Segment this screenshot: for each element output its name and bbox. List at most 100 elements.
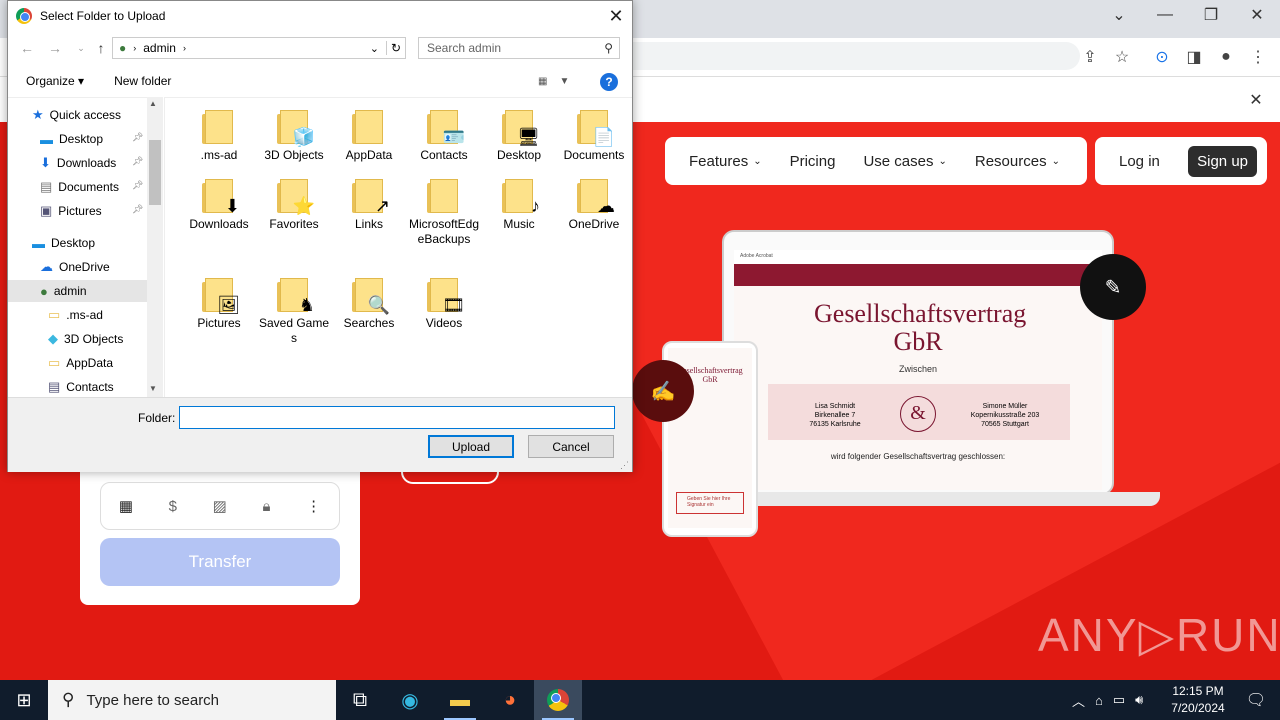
nav-item-desktop[interactable]: ▬ Desktop bbox=[32, 232, 95, 254]
recent-chevron-icon[interactable]: ⌄ bbox=[72, 40, 90, 56]
login-link[interactable]: Log in bbox=[1119, 153, 1160, 170]
chevron-down-icon: ⌄ bbox=[1051, 155, 1060, 167]
nav-use-cases[interactable]: Use cases ⌄ bbox=[863, 153, 946, 170]
nav-item-pictures[interactable]: ▣ Pictures bbox=[40, 200, 102, 222]
help-icon[interactable]: ? bbox=[600, 73, 618, 91]
lock-icon[interactable]: 🔒︎ bbox=[263, 498, 271, 515]
side-panel-icon[interactable]: ◨ bbox=[1181, 44, 1207, 70]
back-arrow-icon[interactable]: ← bbox=[18, 40, 36, 56]
dialog-close-icon[interactable]: ✕ bbox=[602, 4, 630, 28]
more-icon[interactable]: ⋮ bbox=[306, 497, 321, 515]
new-folder-button[interactable]: New folder bbox=[114, 74, 171, 88]
folder-item[interactable]: ⭐ Favorites bbox=[258, 179, 330, 232]
scroll-up-icon[interactable]: ▲ bbox=[149, 99, 157, 108]
folder-item[interactable]: 🔍 Searches bbox=[333, 278, 405, 331]
profile-icon[interactable]: ● bbox=[1213, 44, 1239, 70]
nav-item-onedrive[interactable]: ☁ OneDrive bbox=[40, 256, 110, 278]
calendar-icon[interactable]: ▦ bbox=[119, 497, 133, 515]
search-box[interactable]: Search admin ⚲ bbox=[418, 37, 620, 59]
folder-item[interactable]: 🎞 Videos bbox=[408, 278, 480, 331]
windows-start-icon[interactable]: ⊞ bbox=[0, 680, 48, 720]
nav-resources[interactable]: Resources ⌄ bbox=[975, 153, 1060, 170]
ampersand: & bbox=[900, 396, 936, 432]
chevron-down-icon[interactable]: ⌄ bbox=[370, 42, 379, 55]
nav-item-documents[interactable]: ▤ Documents bbox=[40, 176, 119, 198]
view-grid-icon[interactable]: ▦ bbox=[538, 76, 547, 87]
bookmark-star-icon[interactable]: ☆ bbox=[1109, 44, 1135, 70]
folder-item[interactable]: 📄 Documents bbox=[558, 110, 630, 163]
folder-item[interactable]: ↗ Links bbox=[333, 179, 405, 232]
clock[interactable]: 12:15 PM 7/20/2024 bbox=[1160, 683, 1236, 719]
folder-icon: ⭐ bbox=[277, 179, 315, 215]
folder-item[interactable]: ♞ Saved Games bbox=[258, 278, 330, 346]
folder-item[interactable]: 🖼 Pictures bbox=[183, 278, 255, 331]
upload-button[interactable]: Upload bbox=[428, 435, 514, 458]
folder-item[interactable]: MicrosoftEdgeBackups bbox=[408, 179, 480, 247]
app-header: Adobe Acrobat bbox=[734, 250, 1102, 264]
nav-item-ms-ad[interactable]: ▭ .ms-ad bbox=[48, 304, 103, 326]
edge-icon[interactable]: ◉ bbox=[386, 680, 434, 720]
folder-label: Folder: bbox=[138, 411, 176, 425]
folder-item[interactable]: ☁ OneDrive bbox=[558, 179, 630, 232]
forward-arrow-icon[interactable]: → bbox=[46, 40, 64, 56]
address-breadcrumb[interactable]: ● › admin › ⌄ ↻ bbox=[112, 37, 406, 59]
organize-button[interactable]: Organize ▾ bbox=[26, 74, 84, 88]
folder-item[interactable]: 🪪 Contacts bbox=[408, 110, 480, 163]
folder-item[interactable]: 🖥 Desktop bbox=[483, 110, 555, 163]
tray-chevron-icon[interactable]: ︿ bbox=[1072, 691, 1085, 710]
document-band bbox=[734, 264, 1102, 286]
folder-item[interactable]: AppData bbox=[333, 110, 405, 163]
nav-item-admin[interactable]: ● admin bbox=[8, 280, 147, 302]
nav-item-downloads[interactable]: ⬇ Downloads bbox=[40, 152, 116, 174]
nav-scrollbar-thumb[interactable] bbox=[149, 140, 161, 205]
nav-item-desktop[interactable]: ▬ Desktop bbox=[40, 128, 103, 150]
folder-item[interactable]: 🧊 3D Objects bbox=[258, 110, 330, 163]
ethernet-icon[interactable]: ▭ bbox=[1113, 692, 1125, 708]
chevron-down-icon: ⌄ bbox=[938, 155, 947, 167]
taskbar-search[interactable]: ⚲ Type here to search bbox=[48, 680, 336, 720]
window-close-icon[interactable]: ✕ bbox=[1234, 0, 1280, 30]
download-icon[interactable]: ⊙ bbox=[1149, 44, 1175, 70]
view-options[interactable]: ▦ ▼ bbox=[538, 72, 578, 90]
file-explorer-icon[interactable]: ▬ bbox=[436, 680, 484, 720]
signup-button[interactable]: Sign up bbox=[1188, 145, 1257, 177]
volume-icon[interactable]: 🔊︎ bbox=[1135, 692, 1143, 708]
folder-item-label: Desktop bbox=[496, 148, 542, 162]
folder-item[interactable]: ⬇ Downloads bbox=[183, 179, 255, 232]
nav-item-contacts[interactable]: ▤ Contacts bbox=[48, 376, 114, 397]
cancel-button[interactable]: Cancel bbox=[528, 435, 614, 458]
up-arrow-icon[interactable]: ↑ bbox=[92, 40, 110, 56]
nav-pricing[interactable]: Pricing bbox=[790, 153, 836, 170]
folder-item[interactable]: ♪ Music bbox=[483, 179, 555, 232]
close-icon[interactable]: ✕ bbox=[1244, 88, 1268, 112]
firefox-icon[interactable]: ◕ bbox=[486, 680, 534, 720]
transfer-button[interactable]: Transfer bbox=[100, 538, 340, 586]
party-one: Lisa Schmidt Birkenallee 7 76135 Karlsru… bbox=[809, 403, 861, 428]
scroll-down-icon[interactable]: ▼ bbox=[149, 384, 157, 393]
onedrive-icon: ☁ bbox=[40, 259, 53, 274]
folder-input[interactable] bbox=[179, 406, 615, 429]
chrome-taskbar-icon[interactable] bbox=[534, 680, 582, 720]
folder-icon: ♞ bbox=[277, 278, 315, 314]
folder-icon bbox=[352, 110, 386, 144]
folder-item[interactable]: .ms-ad bbox=[183, 110, 255, 163]
minimize-icon[interactable]: — bbox=[1142, 0, 1188, 30]
menu-icon[interactable]: ⋮ bbox=[1245, 44, 1271, 70]
chevron-down-icon[interactable]: ▼ bbox=[559, 76, 569, 87]
image-icon[interactable]: ▨ bbox=[213, 497, 227, 515]
share-icon[interactable]: ⇪ bbox=[1077, 44, 1103, 70]
task-view-icon[interactable]: ⧉ bbox=[336, 680, 384, 720]
nav-item-quick-access[interactable]: ★ Quick access bbox=[32, 104, 121, 126]
resize-grip-icon[interactable]: ⋰ bbox=[620, 460, 629, 471]
notification-icon[interactable]: 🗨︎ bbox=[1236, 680, 1276, 720]
nav-item-appdata[interactable]: ▭ AppData bbox=[48, 352, 113, 374]
breadcrumb-admin[interactable]: admin bbox=[143, 41, 176, 55]
refresh-icon[interactable]: ↻ bbox=[385, 41, 405, 55]
restore-icon[interactable]: ❐ bbox=[1188, 0, 1234, 30]
dollar-icon[interactable]: $ bbox=[169, 498, 177, 515]
tab-search-icon[interactable]: ⌄ bbox=[1096, 0, 1142, 30]
network-icon[interactable]: ⌂ bbox=[1095, 693, 1103, 708]
nav-item-3d-objects[interactable]: ◆ 3D Objects bbox=[48, 328, 123, 350]
taskbar-search-placeholder: Type here to search bbox=[86, 691, 220, 709]
nav-features[interactable]: Features ⌄ bbox=[689, 153, 762, 170]
